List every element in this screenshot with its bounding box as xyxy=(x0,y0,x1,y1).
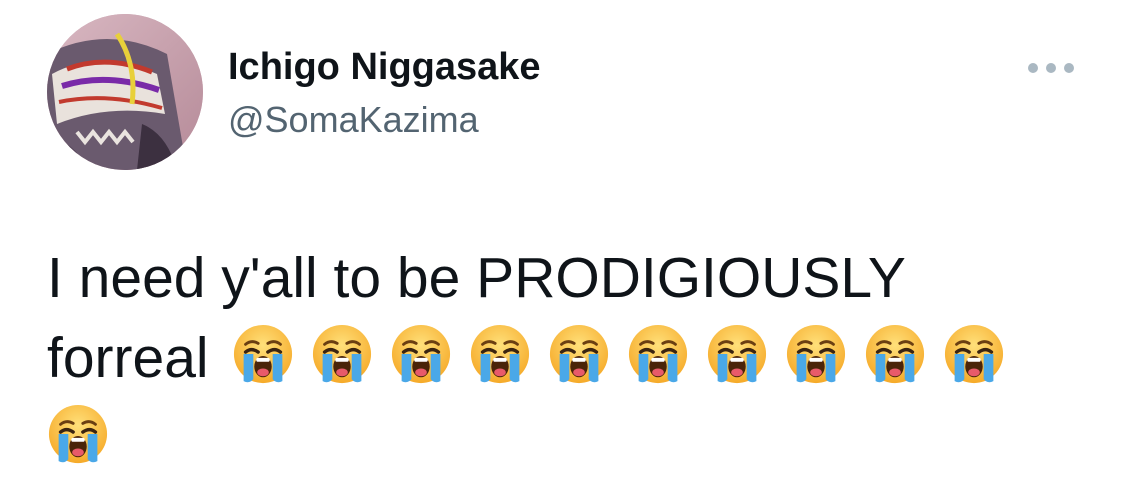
loudly-crying-face-emoji xyxy=(390,323,452,385)
loudly-crying-face-emoji xyxy=(232,323,294,385)
loudly-crying-face-emoji xyxy=(785,323,847,385)
loudly-crying-face-emoji xyxy=(627,323,689,385)
more-options-button[interactable] xyxy=(1026,58,1076,78)
avatar[interactable] xyxy=(47,14,203,170)
tweet-text-line2: forreal xyxy=(47,326,209,390)
loudly-crying-face-emoji xyxy=(47,403,109,465)
loudly-crying-face-emoji xyxy=(548,323,610,385)
user-handle[interactable]: @SomaKazima xyxy=(228,98,479,142)
loudly-crying-face-emoji xyxy=(469,323,531,385)
loudly-crying-face-emoji xyxy=(706,323,768,385)
loudly-crying-face-emoji xyxy=(864,323,926,385)
loudly-crying-face-emoji xyxy=(943,323,1005,385)
avatar-image xyxy=(47,14,203,170)
tweet-card: Ichigo Niggasake @SomaKazima I need y'al… xyxy=(0,0,1125,488)
tweet-text-line1: I need y'all to be PRODIGIOUSLY xyxy=(47,246,906,310)
loudly-crying-face-emoji xyxy=(311,323,373,385)
display-name[interactable]: Ichigo Niggasake xyxy=(228,44,541,90)
more-horizontal-icon xyxy=(1028,63,1074,73)
tweet-text: I need y'all to be PRODIGIOUSLY forreal xyxy=(47,238,1087,478)
